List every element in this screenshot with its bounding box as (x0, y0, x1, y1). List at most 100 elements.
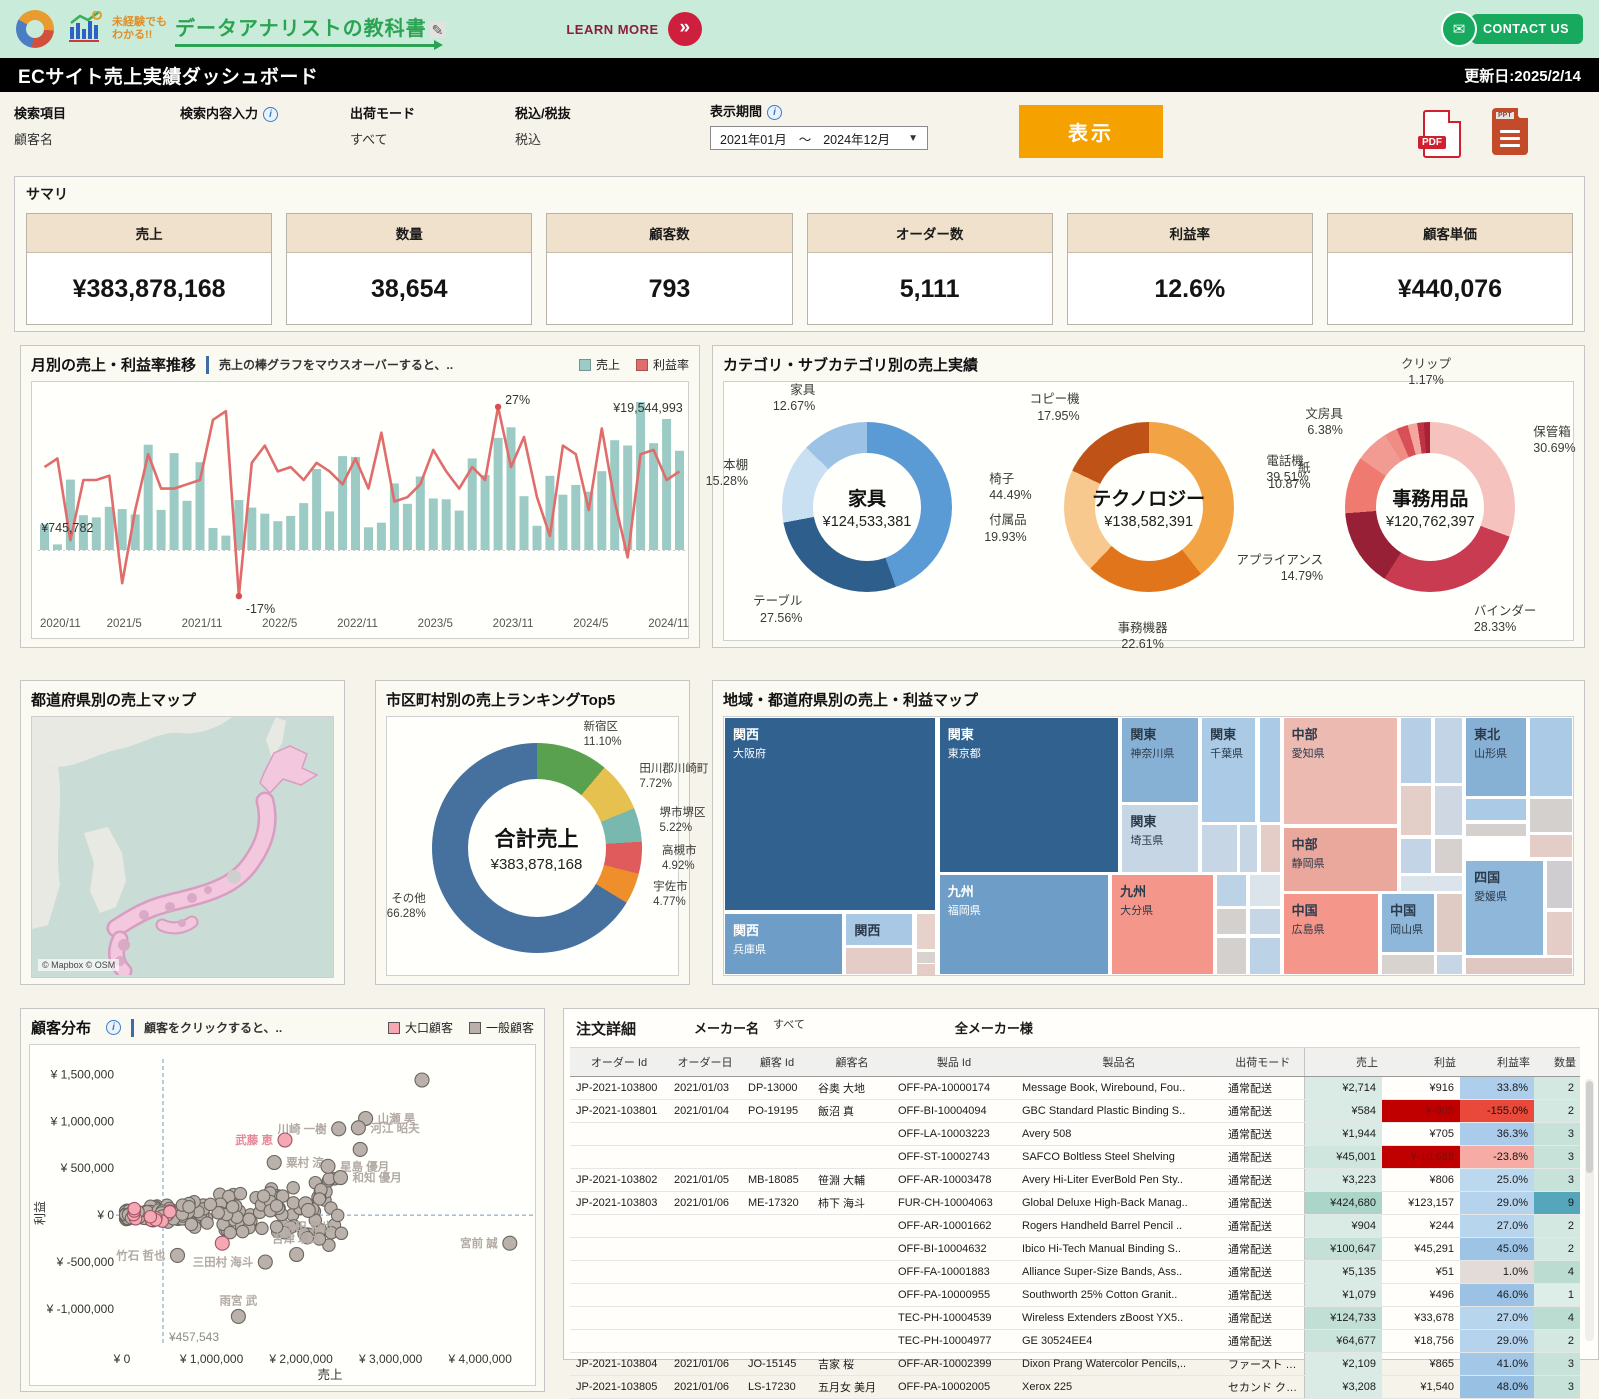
order-cell[interactable]: ¥244 (1382, 1215, 1460, 1238)
treemap-cell[interactable] (1434, 785, 1464, 837)
order-cell[interactable]: OFF-PA-10000174 (892, 1077, 1016, 1100)
order-row[interactable]: JP-2021-1038012021/01/04PO-19195飯沼 真OFF-… (570, 1100, 1580, 1123)
order-cell[interactable]: 2021/01/05 (668, 1169, 742, 1192)
order-cell[interactable]: OFF-AR-10001662 (892, 1215, 1016, 1238)
search-input[interactable] (180, 129, 278, 144)
column-header[interactable]: 数量 (1534, 1048, 1580, 1077)
order-cell[interactable]: 2 (1534, 1077, 1580, 1100)
donut-technology[interactable]: テクノロジー¥138,582,391電話機39.51%事務機器22.61%付属品… (1008, 382, 1290, 632)
treemap-cell[interactable] (1529, 834, 1573, 857)
order-cell[interactable]: ¥2,714 (1304, 1077, 1382, 1100)
order-cell[interactable]: 通常配送 (1222, 1330, 1304, 1353)
donut-furniture[interactable]: 家具¥124,533,381椅子44.49%テーブル27.56%本棚15.28%… (726, 382, 1008, 632)
legend-item[interactable]: 利益率 (636, 356, 689, 373)
order-cell[interactable]: ¥1,944 (1304, 1123, 1382, 1146)
order-row[interactable]: OFF-AR-10001662Rogers Handheld Barrel Pe… (570, 1215, 1580, 1238)
treemap-cell[interactable]: 中国広島県 (1283, 893, 1380, 975)
search-item-value[interactable]: 顧客名 (14, 129, 66, 148)
learn-more-button[interactable]: LEARN MORE » (566, 12, 701, 46)
order-cell[interactable]: OFF-FA-10001883 (892, 1261, 1016, 1284)
order-cell[interactable]: FUR-CH-10004063 (892, 1192, 1016, 1215)
japan-sales-map[interactable]: © Mapbox © OSM (31, 716, 334, 978)
order-cell[interactable]: 3 (1534, 1353, 1580, 1376)
maker-filter-value[interactable]: すべて (773, 1016, 805, 1032)
order-cell[interactable]: Rogers Handheld Barrel Pencil .. (1016, 1215, 1222, 1238)
order-cell[interactable]: 3 (1534, 1376, 1580, 1399)
order-cell[interactable] (812, 1330, 892, 1353)
order-cell[interactable]: 吉家 桜 (812, 1353, 892, 1376)
donut-city-ranking[interactable]: 合計売上¥383,878,168新宿区11.10%田川郡川崎町7.72%堺市堺区… (387, 717, 686, 973)
order-cell[interactable]: ¥806 (1382, 1169, 1460, 1192)
order-cell[interactable]: JO-15145 (742, 1353, 812, 1376)
order-cell[interactable]: ¥51 (1382, 1261, 1460, 1284)
order-cell[interactable]: 2021/01/03 (668, 1077, 742, 1100)
order-cell[interactable]: ¥424,680 (1304, 1192, 1382, 1215)
treemap-cell[interactable] (1400, 785, 1432, 837)
order-cell[interactable] (742, 1261, 812, 1284)
order-cell[interactable]: OFF-AR-10003478 (892, 1169, 1016, 1192)
tax-value[interactable]: 税込 (515, 129, 571, 148)
order-cell[interactable]: 五月女 美月 (812, 1376, 892, 1399)
treemap-cell[interactable] (1529, 798, 1573, 833)
order-cell[interactable]: ¥1,079 (1304, 1284, 1382, 1307)
order-cell[interactable]: OFF-BI-10004094 (892, 1100, 1016, 1123)
treemap-cell[interactable]: 関東東京都 (939, 717, 1119, 873)
order-cell[interactable] (668, 1284, 742, 1307)
order-cell[interactable] (812, 1307, 892, 1330)
order-row[interactable]: OFF-FA-10001883Alliance Super-Size Bands… (570, 1261, 1580, 1284)
treemap-cell[interactable] (1239, 824, 1258, 873)
order-cell[interactable]: 2 (1534, 1100, 1580, 1123)
order-cell[interactable]: 2021/01/06 (668, 1376, 742, 1399)
order-cell[interactable]: TEC-PH-10004539 (892, 1307, 1016, 1330)
order-cell[interactable]: 通常配送 (1222, 1284, 1304, 1307)
order-row[interactable]: JP-2021-1038022021/01/05MB-18085笹淵 大輔OFF… (570, 1169, 1580, 1192)
order-cell[interactable]: 通常配送 (1222, 1100, 1304, 1123)
order-cell[interactable]: ¥100,647 (1304, 1238, 1382, 1261)
show-button[interactable]: 表示 (1019, 105, 1163, 158)
donut-chart[interactable]: 家具¥124,533,381 (782, 422, 952, 592)
order-cell[interactable]: ¥496 (1382, 1284, 1460, 1307)
order-cell[interactable]: ¥865 (1382, 1353, 1460, 1376)
order-cell[interactable]: 2021/01/04 (668, 1100, 742, 1123)
order-cell[interactable]: -155.0% (1460, 1100, 1534, 1123)
column-header[interactable]: オーダー日 (668, 1048, 742, 1077)
customer-scatter-chart[interactable]: ¥ 1,500,000¥ 1,000,000¥ 500,000¥ 0¥ -500… (30, 1045, 535, 1383)
order-cell[interactable] (570, 1307, 668, 1330)
order-cell[interactable]: 48.0% (1460, 1376, 1534, 1399)
order-row[interactable]: OFF-BI-10004632Ibico Hi-Tech Manual Bind… (570, 1238, 1580, 1261)
order-cell[interactable]: ¥2,109 (1304, 1353, 1382, 1376)
treemap-cell[interactable] (1216, 937, 1247, 975)
order-cell[interactable]: Xerox 225 (1016, 1376, 1222, 1399)
treemap-cell[interactable] (1249, 908, 1281, 935)
order-cell[interactable]: OFF-PA-10000955 (892, 1284, 1016, 1307)
order-cell[interactable]: JP-2021-103804 (570, 1353, 668, 1376)
legend-item[interactable]: 売上 (579, 356, 620, 373)
column-header[interactable]: 製品 Id (892, 1048, 1016, 1077)
info-icon[interactable]: i (767, 105, 782, 120)
treemap-cell[interactable]: 関西兵庫県 (724, 913, 843, 975)
treemap-cell[interactable]: 九州大分県 (1111, 874, 1214, 975)
order-row[interactable]: JP-2021-1038032021/01/06ME-17320柿下 海斗FUR… (570, 1192, 1580, 1215)
order-cell[interactable]: JP-2021-103803 (570, 1192, 668, 1215)
order-cell[interactable] (742, 1146, 812, 1169)
order-cell[interactable] (570, 1146, 668, 1169)
donut-chart[interactable]: テクノロジー¥138,582,391 (1064, 422, 1234, 592)
legend-item[interactable]: 一般顧客 (469, 1019, 534, 1036)
order-cell[interactable]: ¥3,208 (1304, 1376, 1382, 1399)
order-cell[interactable]: セカンド クラス (1222, 1376, 1304, 1399)
treemap-cell[interactable] (1529, 717, 1573, 797)
order-cell[interactable]: 33.8% (1460, 1077, 1534, 1100)
order-cell[interactable]: 1.0% (1460, 1261, 1534, 1284)
column-header[interactable]: オーダー Id (570, 1048, 668, 1077)
monthly-bar-line-chart[interactable]: 27%-17%¥19,544,993¥745,782 (38, 384, 686, 616)
order-cell[interactable] (742, 1307, 812, 1330)
order-cell[interactable]: 通常配送 (1222, 1169, 1304, 1192)
treemap-cell[interactable] (1546, 860, 1573, 909)
order-cell[interactable]: 通常配送 (1222, 1123, 1304, 1146)
column-header[interactable]: 顧客 Id (742, 1048, 812, 1077)
treemap-cell[interactable] (1249, 937, 1281, 975)
order-cell[interactable]: ¥-10,688 (1382, 1146, 1460, 1169)
order-cell[interactable]: 25.0% (1460, 1169, 1534, 1192)
column-header[interactable]: 利益 (1382, 1048, 1460, 1077)
treemap-cell[interactable] (1400, 838, 1432, 874)
